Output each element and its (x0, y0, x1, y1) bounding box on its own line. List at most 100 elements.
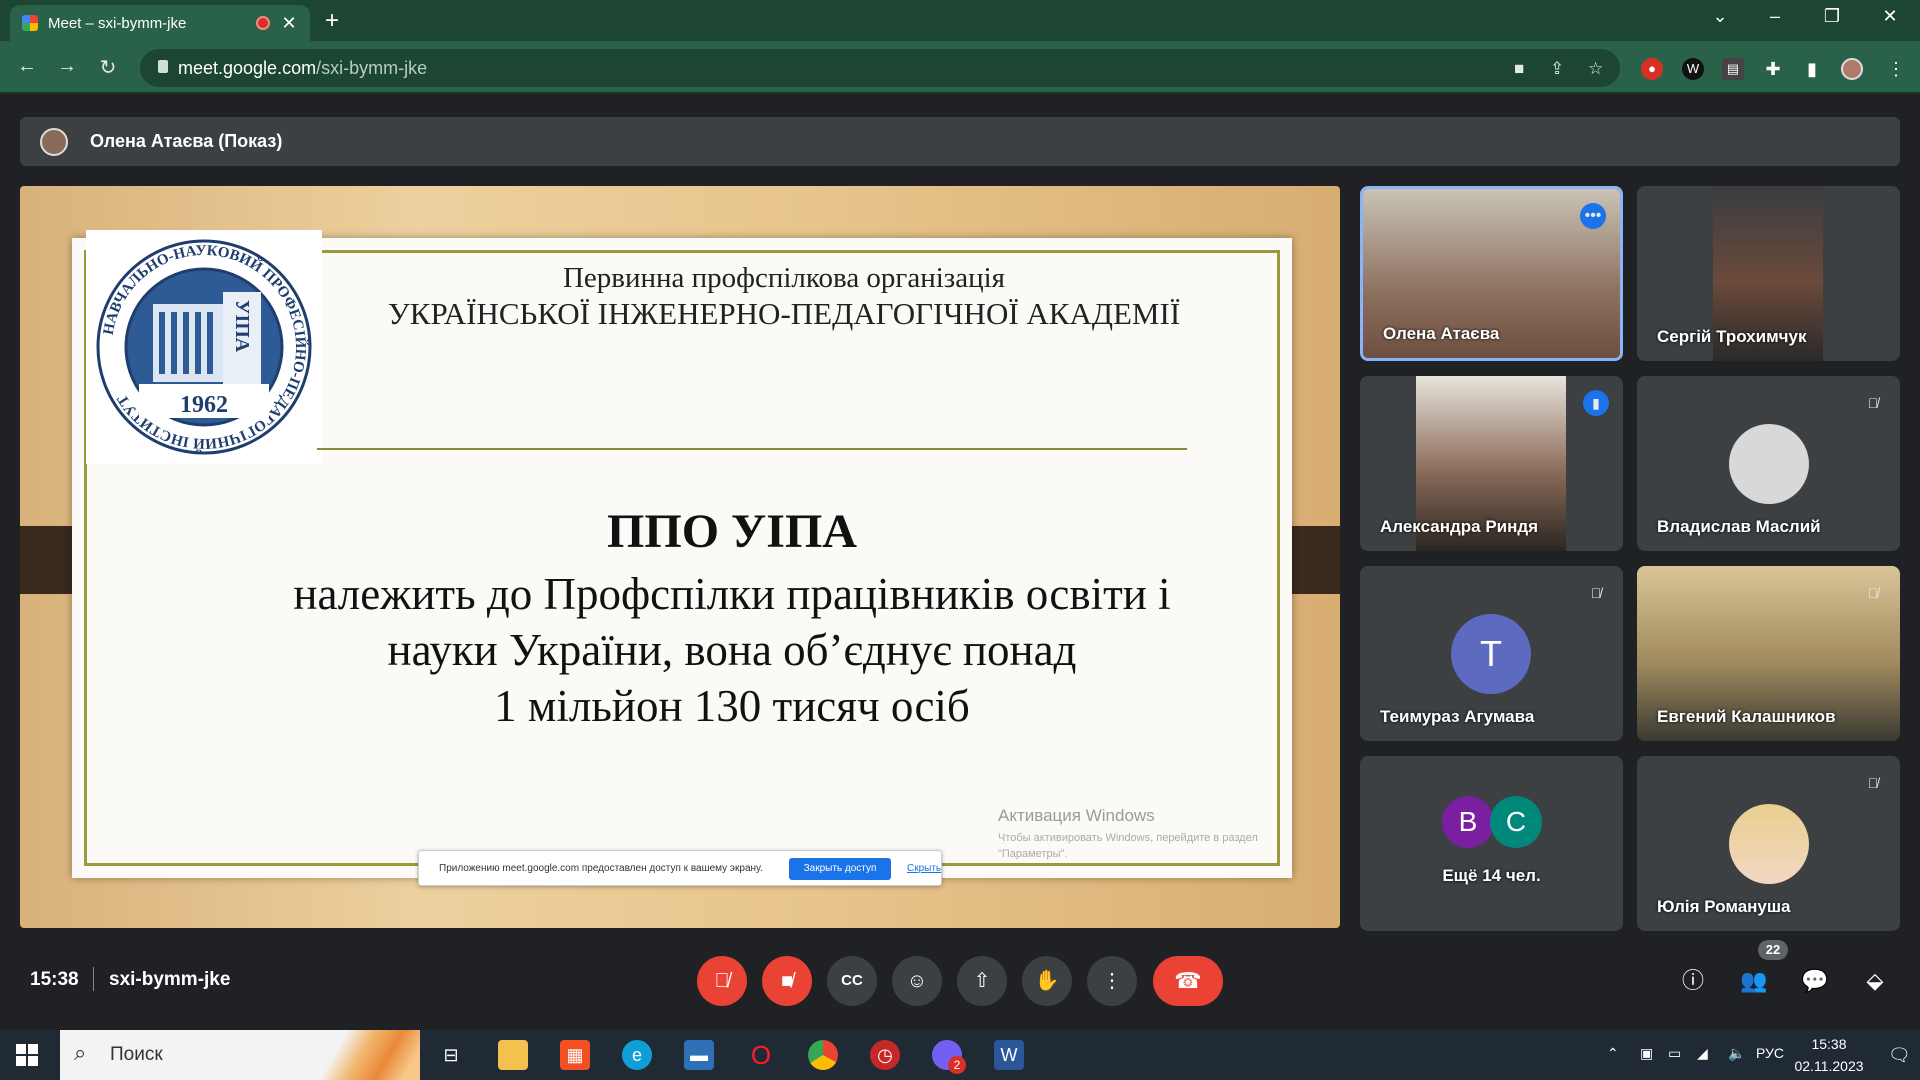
microsoft-store-icon[interactable]: ▦ (560, 1040, 590, 1070)
side-panel-icon[interactable]: ▮ (1801, 58, 1823, 80)
file-explorer-icon[interactable] (498, 1040, 528, 1070)
raise-hand-button[interactable]: ✋ (1022, 956, 1072, 1006)
mic-off-icon: 🎙̸ (1867, 395, 1879, 411)
search-highlight-art (320, 1030, 420, 1080)
puzzle-extensions-icon[interactable]: ✚ (1762, 58, 1784, 80)
stop-sharing-button[interactable]: Закрыть доступ (789, 858, 891, 880)
participant-tile[interactable]: T 🎙̸ Теимураз Агумава (1360, 566, 1623, 741)
tab-title: Meet – sxi-bymm-jke (48, 14, 187, 32)
tray-clock-time[interactable]: 15:38 (1796, 1036, 1862, 1052)
recording-indicator-icon (256, 16, 270, 30)
reload-icon[interactable]: ↻ (95, 55, 121, 80)
captions-button[interactable]: CC (827, 956, 877, 1006)
mic-off-icon: 🎙̸ (1867, 585, 1879, 601)
emoji-button[interactable]: ☺ (892, 956, 942, 1006)
share-notice-text: Приложению meet.google.com предоставлен … (439, 863, 763, 874)
back-arrow-icon[interactable]: ← (14, 55, 40, 78)
more-options-button[interactable]: ⋮ (1087, 956, 1137, 1006)
chat-icon[interactable]: 💬 (1799, 965, 1831, 997)
close-tab-icon[interactable]: ✕ (280, 13, 298, 34)
browser-tab[interactable]: Meet – sxi-bymm-jke ✕ (10, 5, 310, 41)
browser-toolbar: ← → ↻ meet.google.com/sxi-bymm-jke ■ ⇪ ☆ (0, 41, 1920, 94)
camera-off-button[interactable]: ■̸ (762, 956, 812, 1006)
slide-heading-line1: Первинна профспілкова організація (562, 262, 1006, 294)
task-view-icon[interactable]: ⊟ (436, 1040, 466, 1070)
participant-tile[interactable]: 🎙̸ Юлія Романуша (1637, 756, 1900, 931)
taskbar-search-box[interactable]: ⌕ Поиск (60, 1030, 420, 1080)
notifications-icon[interactable]: 🗨 (1888, 1045, 1911, 1066)
url-host: meet.google.com (178, 58, 317, 78)
chrome-icon[interactable] (808, 1040, 838, 1070)
word-icon[interactable]: W (994, 1040, 1024, 1070)
windows-activation-title: Активация Windows (998, 806, 1155, 825)
browser-menu-icon[interactable]: ⋮ (1885, 58, 1907, 80)
app-icon-red[interactable]: ◷ (870, 1040, 900, 1070)
opera-icon[interactable]: O (746, 1040, 776, 1070)
tray-clock-date[interactable]: 02.11.2023 (1782, 1058, 1876, 1074)
url-path: /sxi-bymm-jke (316, 58, 428, 78)
bookmark-star-icon[interactable]: ☆ (1588, 59, 1603, 79)
slide-body-line2: науки України, вона об’єднує понад (387, 625, 1077, 675)
profile-avatar[interactable] (1841, 58, 1863, 80)
meeting-code: sxi-bymm-jke (109, 969, 231, 990)
participant-avatar (1729, 424, 1809, 504)
url-text: meet.google.com/sxi-bymm-jke (178, 58, 427, 79)
participant-name: Александра Риндя (1380, 517, 1539, 536)
adblock-extension-icon[interactable]: ● (1641, 58, 1663, 80)
participant-name: Владислав Маслий (1657, 517, 1821, 536)
meet-favicon-icon (22, 15, 38, 31)
tray-chevron-icon[interactable]: ⌃ (1607, 1045, 1619, 1062)
input-language[interactable]: РУС (1756, 1045, 1784, 1061)
new-tab-button[interactable]: + (325, 7, 339, 35)
meeting-details-icon[interactable]: ⓘ (1677, 965, 1709, 997)
search-icon: ⌕ (74, 1040, 87, 1065)
media-extension-icon[interactable]: ▤ (1722, 58, 1744, 80)
presenter-label: Олена Атаєва (Показ) (90, 131, 283, 151)
edge-browser-icon[interactable]: e (622, 1040, 652, 1070)
tray-device-icon[interactable]: ▣ (1640, 1045, 1653, 1062)
camera-icon[interactable]: ■ (1514, 59, 1524, 79)
close-window-button[interactable]: ✕ (1870, 6, 1910, 27)
network-icon[interactable]: ◢ (1697, 1045, 1708, 1062)
address-bar[interactable]: meet.google.com/sxi-bymm-jke ■ ⇪ ☆ (140, 49, 1620, 87)
activities-icon[interactable]: ⬙ (1859, 965, 1891, 997)
participant-initial-avatar: T (1451, 614, 1531, 694)
battery-icon[interactable]: ▭ (1668, 1045, 1681, 1062)
participant-tile[interactable]: ••• Олена Атаєва (1360, 186, 1623, 361)
maximize-button[interactable]: ❐ (1812, 6, 1852, 27)
uipa-logo: НАВЧАЛЬНО-НАУКОВИЙ ПРОФЕСІЙНО-ПЕДАГОГІЧН… (86, 230, 322, 464)
participant-tile[interactable]: B C Ещё 14 чел. (1360, 756, 1623, 931)
logo-year: 1962 (180, 392, 228, 418)
viber-badge: 2 (948, 1056, 966, 1074)
app-icon[interactable]: ▬ (684, 1040, 714, 1070)
mic-off-icon: 🎙̸ (1590, 585, 1602, 601)
windows-activation-text: Чтобы активировать Windows, перейдите в … (998, 832, 1258, 860)
participant-tile[interactable]: ▮ Александра Риндя (1360, 376, 1623, 551)
speaking-indicator-icon: ▮ (1583, 390, 1609, 416)
participant-tile[interactable]: Сергій Трохимчук (1637, 186, 1900, 361)
more-participants-label: Ещё 14 чел. (1442, 866, 1541, 885)
participant-tile[interactable]: 🎙̸ Владислав Маслий (1637, 376, 1900, 551)
slide-paper: НАВЧАЛЬНО-НАУКОВИЙ ПРОФЕСІЙНО-ПЕДАГОГІЧН… (72, 230, 1292, 878)
shared-screen: НАВЧАЛЬНО-НАУКОВИЙ ПРОФЕСІЙНО-ПЕДАГОГІЧН… (20, 186, 1340, 928)
speaker-icon[interactable]: 🔈 (1728, 1045, 1745, 1062)
participant-name: Евгений Калашников (1657, 707, 1836, 726)
mic-off-button[interactable]: 🎙̸ (697, 956, 747, 1006)
people-icon[interactable]: 👥 (1738, 965, 1770, 997)
hide-notice-link[interactable]: Скрыть (907, 863, 941, 874)
participant-count-badge: 22 (1758, 940, 1788, 960)
participant-tile[interactable]: 🎙̸ Евгений Калашников (1637, 566, 1900, 741)
participant-name: Олена Атаєва (1383, 324, 1500, 343)
tab-search-chevron-icon[interactable]: ⌄ (1700, 6, 1740, 27)
share-icon[interactable]: ⇪ (1550, 59, 1564, 79)
w-extension-icon[interactable]: W (1682, 58, 1704, 80)
participant-initial-avatar: B (1442, 796, 1494, 848)
logo-emblem: УІПА (231, 300, 253, 353)
presenter-avatar (40, 128, 68, 156)
forward-arrow-icon[interactable]: → (54, 55, 80, 78)
leave-call-button[interactable]: ☎ (1153, 956, 1223, 1006)
windows-start-icon[interactable] (14, 1042, 48, 1068)
present-screen-button[interactable]: ⇧ (957, 956, 1007, 1006)
more-options-icon[interactable]: ••• (1580, 203, 1606, 229)
minimize-button[interactable]: – (1755, 6, 1795, 27)
